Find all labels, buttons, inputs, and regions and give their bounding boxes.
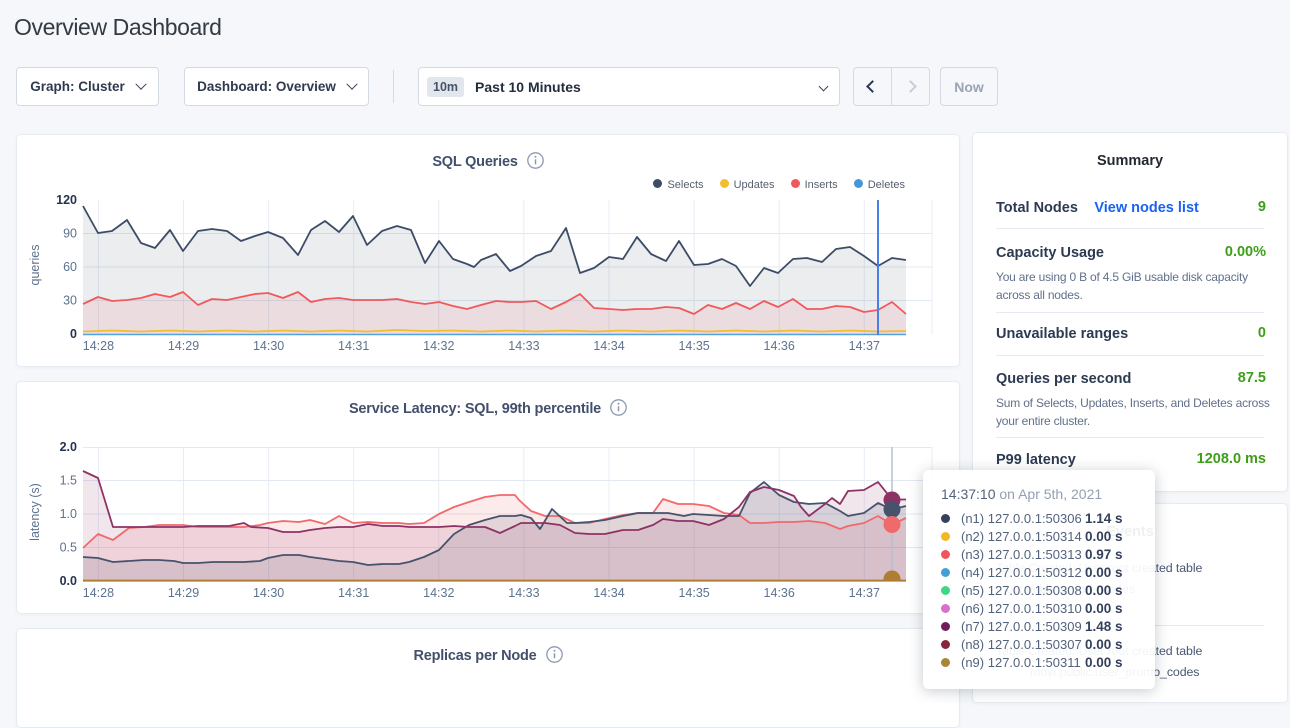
svg-text:1.0: 1.0 — [60, 507, 77, 521]
svg-text:14:28: 14:28 — [83, 586, 114, 600]
svg-text:14:31: 14:31 — [338, 586, 369, 600]
svg-text:14:31: 14:31 — [338, 339, 369, 353]
svg-text:0.0: 0.0 — [60, 574, 77, 588]
svg-text:queries: queries — [28, 245, 42, 286]
svg-text:14:29: 14:29 — [168, 339, 199, 353]
svg-text:14:34: 14:34 — [593, 586, 624, 600]
svg-text:14:30: 14:30 — [253, 339, 284, 353]
svg-text:14:36: 14:36 — [764, 339, 795, 353]
svg-text:90: 90 — [63, 227, 77, 241]
svg-text:14:30: 14:30 — [253, 586, 284, 600]
svg-text:0.5: 0.5 — [60, 541, 77, 555]
svg-text:14:28: 14:28 — [83, 339, 114, 353]
svg-text:14:37: 14:37 — [849, 586, 880, 600]
svg-text:latency (s): latency (s) — [28, 483, 42, 541]
svg-text:14:37: 14:37 — [849, 339, 880, 353]
svg-text:2.0: 2.0 — [60, 440, 77, 454]
svg-text:14:32: 14:32 — [423, 586, 454, 600]
svg-text:14:33: 14:33 — [508, 586, 539, 600]
svg-text:0: 0 — [70, 327, 77, 341]
svg-text:30: 30 — [63, 294, 77, 308]
svg-text:14:32: 14:32 — [423, 339, 454, 353]
svg-text:14:35: 14:35 — [678, 339, 709, 353]
svg-text:120: 120 — [56, 193, 77, 207]
svg-text:14:34: 14:34 — [593, 339, 624, 353]
svg-text:14:33: 14:33 — [508, 339, 539, 353]
svg-text:14:35: 14:35 — [678, 586, 709, 600]
svg-text:1.5: 1.5 — [60, 474, 77, 488]
svg-text:14:36: 14:36 — [764, 586, 795, 600]
svg-text:14:29: 14:29 — [168, 586, 199, 600]
svg-text:60: 60 — [63, 260, 77, 274]
